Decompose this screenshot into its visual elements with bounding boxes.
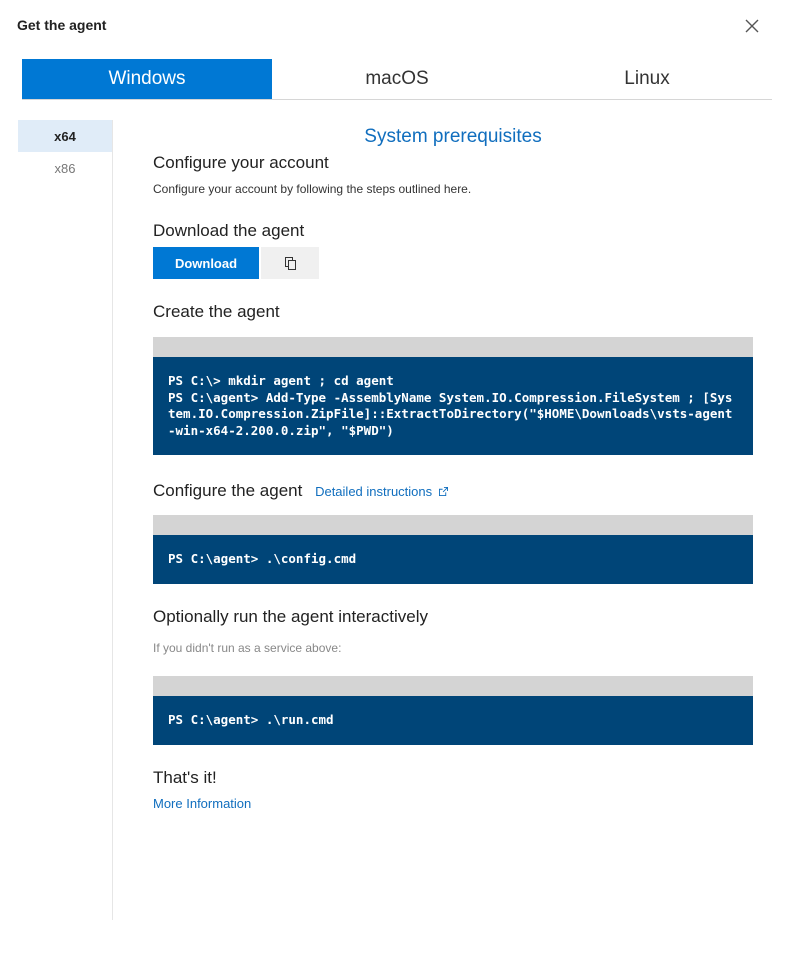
done-heading: That's it!: [153, 768, 217, 787]
arch-nav: x64 x86: [18, 120, 113, 920]
run-agent-heading: Optionally run the agent interactively: [153, 607, 428, 626]
detailed-instructions-label: Detailed instructions: [315, 484, 433, 499]
os-tabs: Windows macOS Linux: [22, 59, 772, 100]
download-agent-heading: Download the agent: [153, 221, 305, 240]
code-block-header: [153, 676, 753, 696]
close-icon: [745, 19, 759, 33]
code-line: PS C:\agent> .\config.cmd: [168, 551, 357, 566]
arch-tab-x86[interactable]: x86: [18, 152, 112, 184]
copy-download-url-button[interactable]: [261, 247, 319, 279]
tab-windows[interactable]: Windows: [22, 59, 272, 99]
external-link-icon: [438, 487, 448, 496]
dialog-title: Get the agent: [17, 17, 107, 33]
tab-macos[interactable]: macOS: [272, 59, 522, 99]
code-line: PS C:\agent> .\run.cmd: [168, 712, 334, 727]
create-agent-heading: Create the agent: [153, 302, 280, 321]
configure-agent-code-block: PS C:\agent> .\config.cmd: [153, 515, 753, 584]
detailed-instructions-link[interactable]: Detailed instructions: [315, 484, 448, 499]
close-button[interactable]: [742, 16, 762, 36]
run-agent-description: If you didn't run as a service above:: [153, 641, 342, 655]
system-prerequisites-link[interactable]: System prerequisites: [153, 126, 753, 148]
download-button[interactable]: Download: [153, 247, 259, 279]
arch-tab-x64[interactable]: x64: [18, 120, 112, 152]
code-block-body: PS C:\agent> .\config.cmd: [153, 535, 753, 584]
configure-account-description: Configure your account by following the …: [153, 182, 472, 196]
download-group: Download: [153, 247, 319, 279]
code-line: PS C:\> mkdir agent ; cd agent: [168, 373, 394, 388]
code-line: PS C:\agent> Add-Type -AssemblyName Syst…: [168, 389, 733, 438]
code-block-body: PS C:\> mkdir agent ; cd agent PS C:\age…: [153, 357, 753, 455]
configure-agent-heading-text: Configure the agent: [153, 481, 303, 500]
create-agent-code-block: PS C:\> mkdir agent ; cd agent PS C:\age…: [153, 337, 753, 455]
configure-account-heading: Configure your account: [153, 153, 329, 172]
more-information-link[interactable]: More Information: [153, 796, 251, 811]
configure-agent-heading: Configure the agent Detailed instruction…: [153, 481, 448, 501]
tab-linux[interactable]: Linux: [522, 59, 772, 99]
code-block-header: [153, 515, 753, 535]
copy-icon: [284, 256, 296, 270]
run-agent-code-block: PS C:\agent> .\run.cmd: [153, 676, 753, 745]
code-block-header: [153, 337, 753, 357]
code-block-body: PS C:\agent> .\run.cmd: [153, 696, 753, 745]
